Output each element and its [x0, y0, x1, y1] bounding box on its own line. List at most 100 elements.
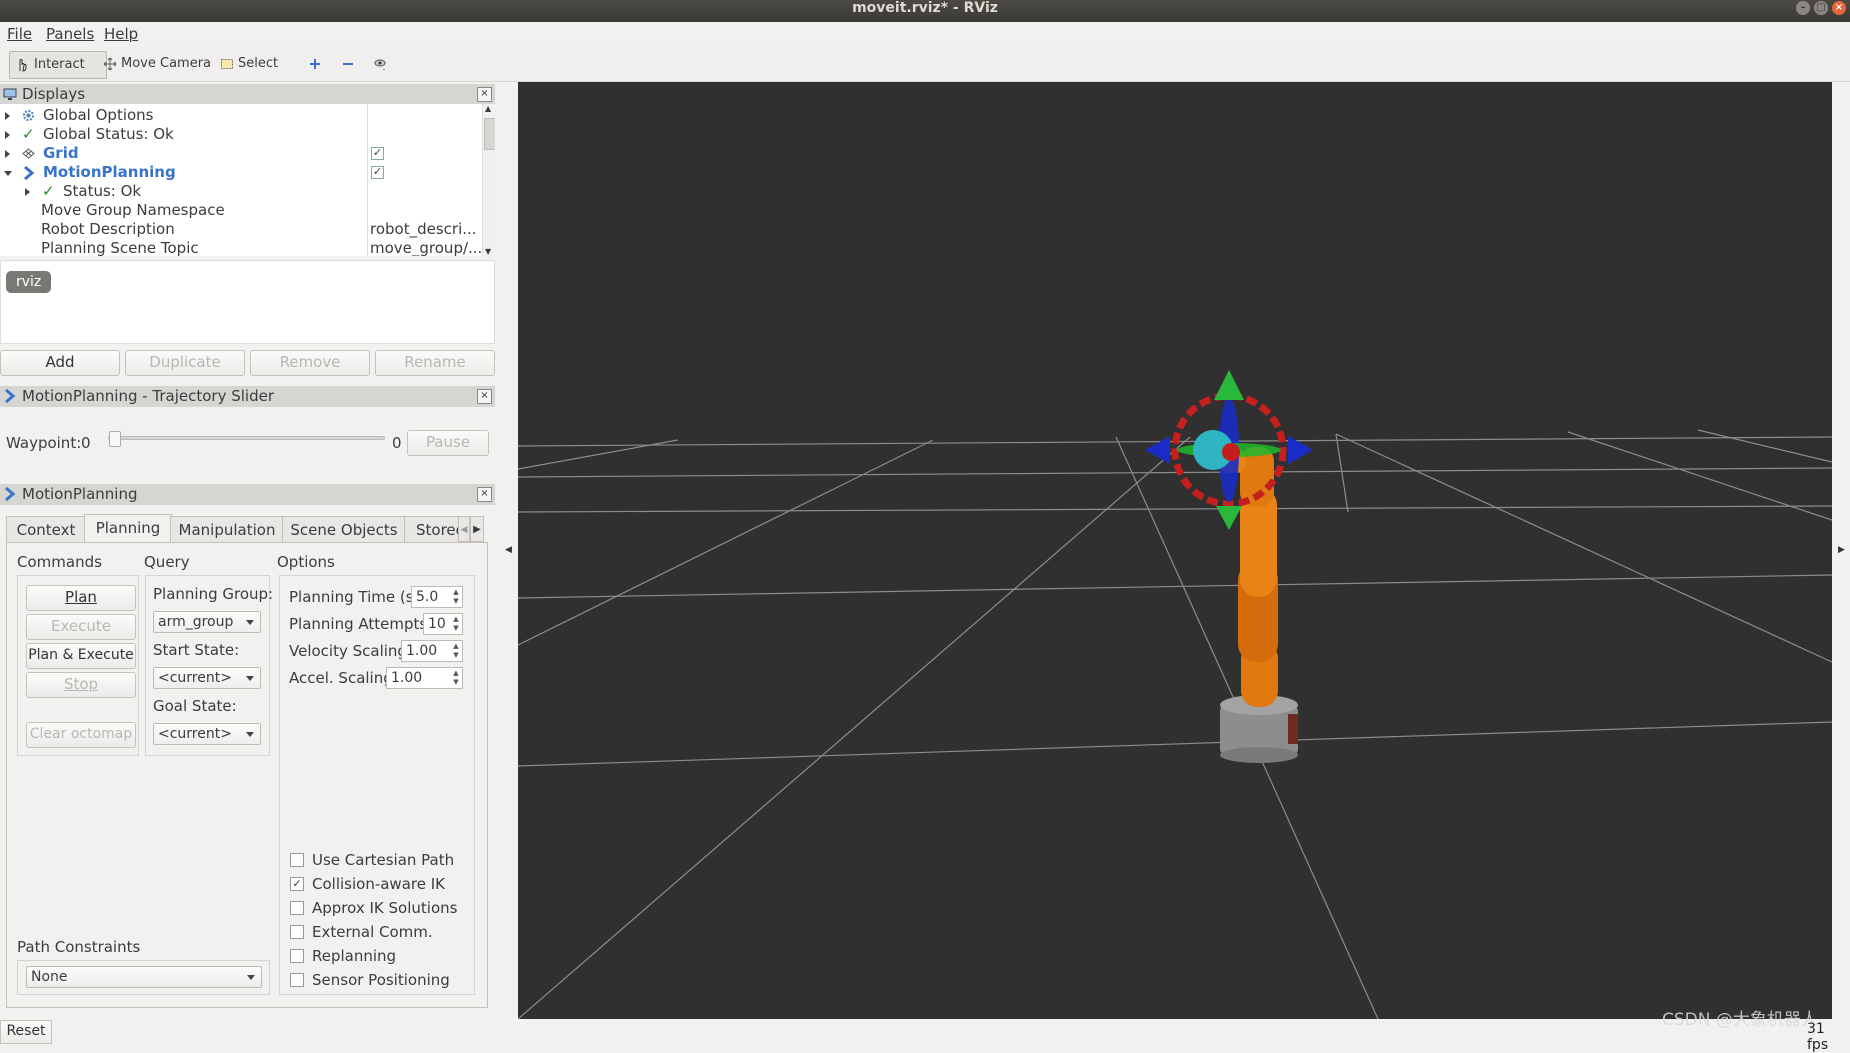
motionplanning-icon	[5, 487, 16, 501]
velocity-scaling-input[interactable]: 1.00 ▲ ▼	[401, 640, 463, 662]
clear-octomap-button[interactable]: Clear octomap	[26, 722, 136, 748]
close-icon[interactable]: ×	[477, 487, 492, 502]
stop-button[interactable]: Stop	[26, 672, 136, 698]
duplicate-display-button[interactable]: Duplicate	[125, 350, 245, 376]
sensor-positioning-checkbox[interactable]: Sensor Positioning	[290, 971, 450, 989]
tab-scroll-left-icon[interactable]: ◀	[458, 516, 470, 542]
select-tool[interactable]: Select	[214, 51, 284, 77]
spinner-icon[interactable]: ▲ ▼	[451, 669, 461, 687]
tree-value[interactable]: robot_descri...	[370, 220, 477, 239]
camera-type-button[interactable]	[367, 51, 393, 77]
motionplanning-icon	[24, 166, 35, 180]
waypoint-slider[interactable]	[108, 431, 385, 447]
spinner-icon[interactable]: ▲ ▼	[451, 588, 461, 606]
add-display-button[interactable]: Add	[0, 350, 120, 376]
grid-enabled-checkbox[interactable]: ✓	[371, 147, 384, 160]
planning-time-input[interactable]: 5.0 ▲ ▼	[411, 586, 463, 608]
menu-file[interactable]: File	[7, 25, 32, 43]
rename-display-button[interactable]: Rename	[375, 350, 495, 376]
collapse-arrow-icon[interactable]	[4, 171, 12, 176]
expand-arrow-icon[interactable]	[25, 188, 30, 196]
menu-panels[interactable]: Panels	[46, 25, 94, 43]
planning-time-label: Planning Time (s):	[289, 588, 425, 606]
gear-icon	[23, 110, 34, 121]
path-constraints-select[interactable]: None	[26, 966, 262, 988]
velocity-scaling-value: 1.00	[406, 643, 438, 659]
checkbox-box[interactable]	[290, 901, 304, 915]
scroll-down-icon[interactable]: ▼	[485, 247, 491, 256]
window-title-bar: moveit.rviz* - RViz – □ ×	[0, 0, 1850, 22]
check-icon: ✓	[42, 182, 55, 200]
minimize-icon[interactable]: –	[1796, 1, 1810, 15]
menu-help[interactable]: Help	[104, 25, 138, 43]
grid-icon	[22, 148, 35, 159]
commands-heading: Commands	[17, 553, 102, 571]
tab-context[interactable]: Context	[6, 516, 86, 543]
close-icon[interactable]: ×	[477, 87, 492, 102]
execute-button[interactable]: Execute	[26, 614, 136, 640]
planning-time-value: 5.0	[416, 589, 439, 605]
expand-arrow-icon[interactable]	[5, 131, 10, 139]
close-icon[interactable]: ×	[477, 389, 492, 404]
move-camera-icon	[103, 57, 117, 71]
planning-group-select[interactable]: arm_group	[153, 611, 261, 633]
plan-button[interactable]: Plan	[26, 585, 136, 611]
checkbox-box[interactable]	[290, 925, 304, 939]
remove-display-button[interactable]: Remove	[250, 350, 370, 376]
pause-button[interactable]: Pause	[407, 430, 489, 456]
start-state-select[interactable]: <current>	[153, 667, 261, 689]
interactive-marker[interactable]	[1145, 370, 1313, 530]
motionplanning-enabled-checkbox[interactable]: ✓	[371, 166, 384, 179]
chevron-down-icon	[247, 975, 255, 980]
checkbox-box[interactable]	[290, 949, 304, 963]
chevron-down-icon	[246, 732, 254, 737]
checkbox-box[interactable]	[290, 853, 304, 867]
tab-manipulation[interactable]: Manipulation	[170, 516, 284, 543]
approx-ik-solutions-checkbox[interactable]: Approx IK Solutions	[290, 899, 457, 917]
tab-scene-objects[interactable]: Scene Objects	[282, 516, 406, 543]
checkbox-box[interactable]: ✓	[290, 877, 304, 891]
fps-readout: 31 fps	[1807, 1021, 1829, 1053]
tree-row-grid[interactable]: Grid ✓	[0, 144, 495, 163]
slider-handle[interactable]	[109, 431, 121, 447]
external-comm-checkbox[interactable]: External Comm.	[290, 923, 433, 941]
scroll-up-icon[interactable]: ▲	[485, 104, 491, 113]
tree-row-robot-description[interactable]: Robot Description robot_descri...	[0, 220, 495, 239]
tab-planning[interactable]: Planning	[84, 514, 172, 543]
move-camera-tool[interactable]: Move Camera	[97, 51, 217, 77]
replanning-checkbox[interactable]: Replanning	[290, 947, 396, 965]
use-cartesian-path-checkbox[interactable]: Use Cartesian Path	[290, 851, 454, 869]
tree-row-motionplanning[interactable]: MotionPlanning ✓	[0, 163, 495, 182]
render-viewport[interactable]	[518, 82, 1832, 1019]
goal-state-select[interactable]: <current>	[153, 723, 261, 745]
tree-scrollbar[interactable]: ▲ ▼	[482, 104, 495, 256]
tree-value[interactable]: move_group/...	[370, 239, 482, 256]
accel-scaling-input[interactable]: 1.00 ▲ ▼	[386, 667, 463, 689]
maximize-icon[interactable]: □	[1814, 1, 1828, 15]
start-state-label: Start State:	[153, 641, 240, 659]
expand-arrow-icon[interactable]	[5, 150, 10, 158]
spinner-icon[interactable]: ▲ ▼	[451, 615, 461, 633]
scene-3d[interactable]	[518, 82, 1832, 1019]
collapse-left-icon[interactable]: ◀	[505, 545, 512, 555]
plan-execute-button[interactable]: Plan & Execute	[26, 643, 136, 669]
planning-attempts-input[interactable]: 10 ▲ ▼	[423, 613, 463, 635]
expand-arrow-icon[interactable]	[5, 112, 10, 120]
remove-tool-button[interactable]	[335, 51, 361, 77]
collision-aware-ik-checkbox[interactable]: ✓ Collision-aware IK	[290, 875, 445, 893]
interact-label: Interact	[34, 57, 85, 72]
scroll-thumb[interactable]	[484, 118, 495, 150]
tree-label: Global Options	[43, 106, 154, 124]
tab-scroll-right-icon[interactable]: ▶	[470, 516, 484, 542]
close-window-icon[interactable]: ×	[1832, 1, 1846, 15]
checkbox-box[interactable]	[290, 973, 304, 987]
checkbox-label: Sensor Positioning	[312, 971, 450, 989]
options-heading: Options	[277, 553, 335, 571]
collapse-right-icon[interactable]: ▶	[1838, 545, 1845, 555]
reset-button[interactable]: Reset	[0, 1020, 52, 1044]
tree-row-planning-scene-topic[interactable]: Planning Scene Topic move_group/...	[0, 239, 495, 256]
interact-tool[interactable]: Interact	[9, 51, 107, 79]
spinner-icon[interactable]: ▲ ▼	[451, 642, 461, 660]
accel-scaling-value: 1.00	[391, 670, 423, 686]
add-tool-button[interactable]	[302, 51, 328, 77]
